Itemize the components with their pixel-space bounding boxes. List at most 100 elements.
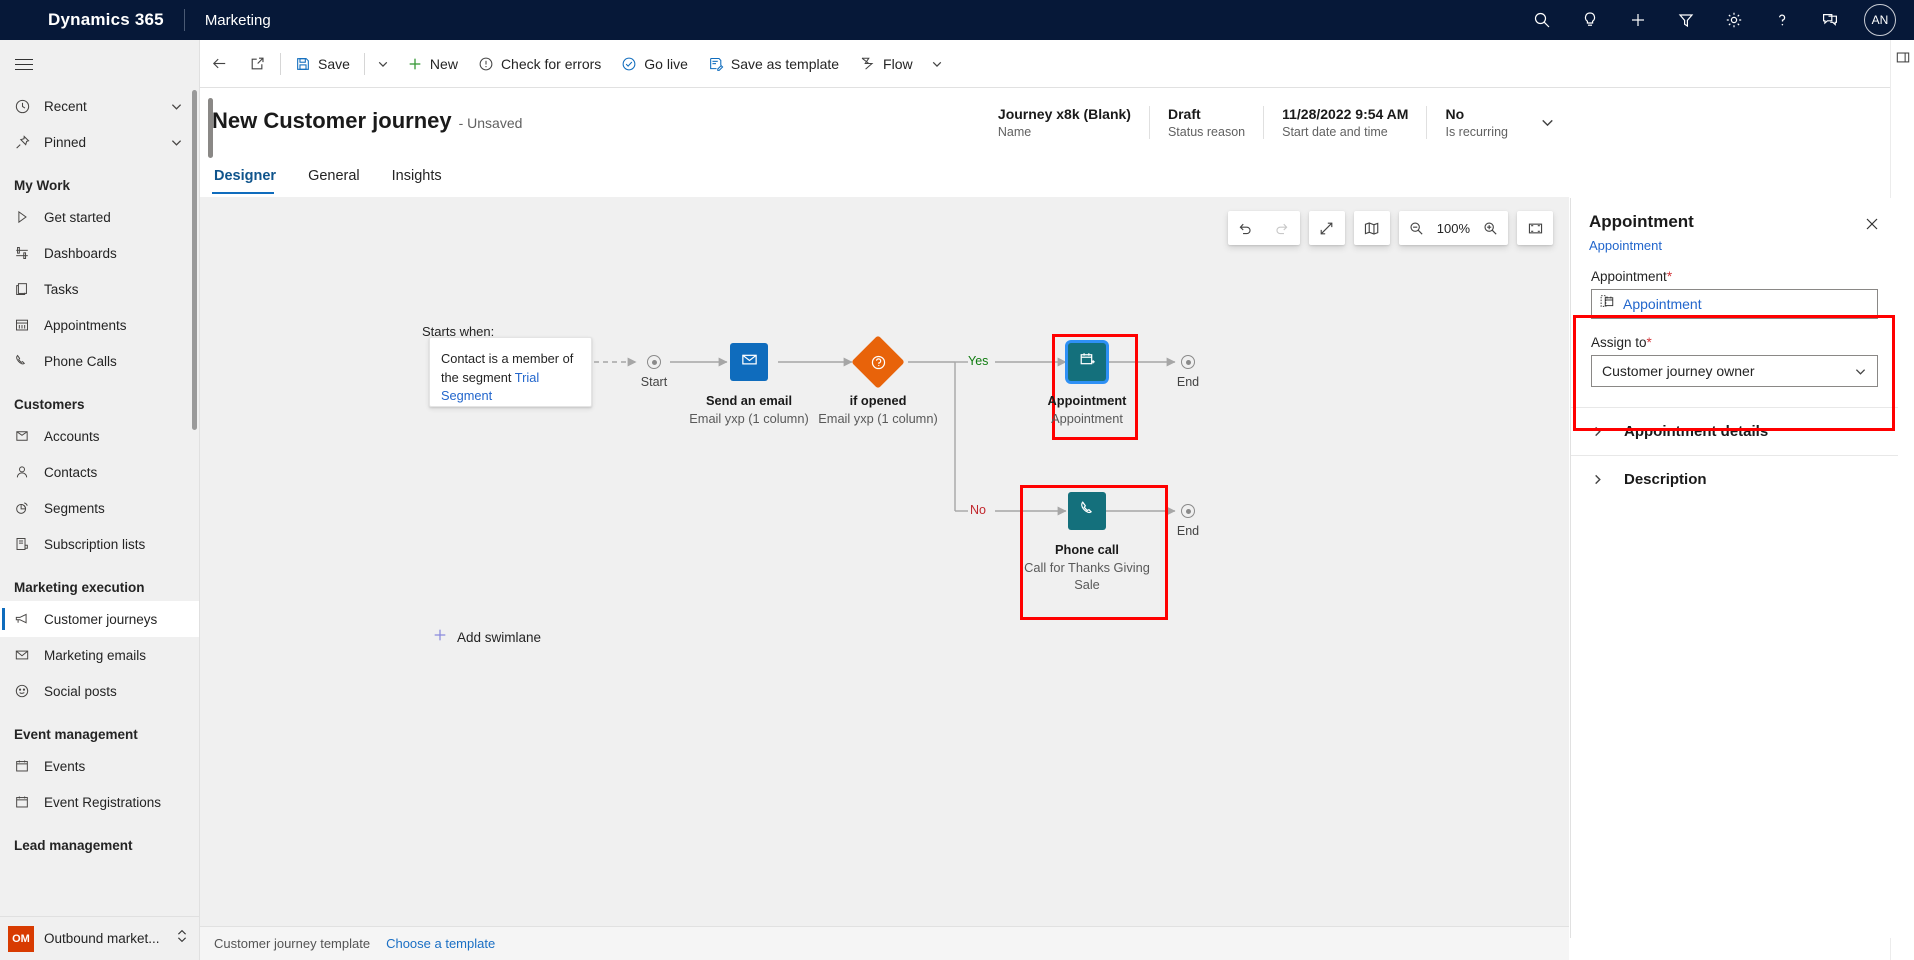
save-button[interactable]: Save — [285, 44, 360, 84]
sidebar-item-appointments[interactable]: Appointments — [0, 307, 199, 343]
help-icon[interactable] — [1758, 0, 1806, 40]
sidebar-item-events[interactable]: Events — [0, 748, 199, 784]
assign-to-dropdown[interactable]: Customer journey owner — [1591, 355, 1878, 387]
tab-general[interactable]: General — [306, 160, 374, 194]
field-label-assign-to: Assign to* — [1591, 335, 1878, 350]
journey-trigger-card[interactable]: Contact is a member of the segment Trial… — [429, 337, 592, 407]
canvas-toolbar: 100% — [1228, 211, 1553, 245]
node-if-opened[interactable] — [851, 335, 905, 389]
zoom-out-icon[interactable] — [1399, 211, 1435, 245]
sidebar-item-contacts[interactable]: Contacts — [0, 454, 199, 490]
section-description[interactable]: Description — [1571, 455, 1898, 503]
node-send-an-email[interactable] — [730, 343, 768, 381]
gear-icon[interactable] — [1710, 0, 1758, 40]
sidebar-item-phone-calls[interactable]: Phone Calls — [0, 343, 199, 379]
redo-icon[interactable] — [1264, 211, 1300, 245]
sidebar-item-customer-journeys[interactable]: Customer journeys — [0, 601, 199, 637]
form-scrollbar[interactable] — [208, 98, 213, 158]
add-swimlane-button[interactable]: Add swimlane — [432, 627, 541, 647]
avatar[interactable]: AN — [1864, 4, 1896, 36]
sidebar-item-segments[interactable]: Segments — [0, 490, 199, 526]
chevron-right-icon — [1591, 473, 1604, 486]
tab-insights[interactable]: Insights — [390, 160, 456, 194]
segments-icon — [14, 500, 44, 516]
save-as-template-button[interactable]: Save as template — [698, 44, 849, 84]
sidebar-item-dashboards[interactable]: Dashboards — [0, 235, 199, 271]
popout-button[interactable] — [239, 44, 276, 84]
tab-designer[interactable]: Designer — [212, 160, 290, 194]
node-sub-if-opened: Email yxp (1 column) — [803, 410, 953, 427]
sidebar-item-label: Dashboards — [44, 246, 117, 261]
area-switcher-chevron-icon[interactable] — [176, 929, 188, 948]
filter-icon[interactable] — [1662, 0, 1710, 40]
flow-dropdown-button[interactable] — [923, 44, 951, 84]
lightbulb-icon[interactable] — [1566, 0, 1614, 40]
new-button[interactable]: New — [397, 44, 468, 84]
zoom-in-icon[interactable] — [1472, 211, 1508, 245]
minimap-tool-group — [1354, 211, 1390, 245]
zoom-level-label: 100% — [1435, 221, 1472, 236]
sidebar-group-my-work: My Work — [0, 160, 199, 199]
journey-designer-canvas[interactable]: 100% Starts when: Con — [200, 197, 1569, 926]
sidebar-item-pinned[interactable]: Pinned — [0, 124, 199, 160]
header-fields-expand-icon[interactable] — [1526, 115, 1555, 130]
sidebar-item-accounts[interactable]: Accounts — [0, 418, 199, 454]
node-label-appointment: Appointment — [1012, 393, 1162, 408]
chevron-down-icon[interactable] — [170, 136, 183, 149]
search-icon[interactable] — [1518, 0, 1566, 40]
node-phone-call[interactable] — [1068, 492, 1106, 530]
chevron-down-icon — [931, 58, 943, 70]
minimap-icon[interactable] — [1354, 211, 1390, 245]
chevron-right-icon — [1591, 425, 1604, 438]
sidebar-item-social-posts[interactable]: Social posts — [0, 673, 199, 709]
node-sub-appointment: Appointment — [1012, 410, 1162, 427]
sidebar-item-tasks[interactable]: Tasks — [0, 271, 199, 307]
close-icon[interactable] — [1860, 212, 1884, 236]
fit-to-screen-icon[interactable] — [1517, 211, 1553, 245]
save-dropdown-button[interactable] — [369, 44, 397, 84]
header-field-start-date: 11/28/2022 9:54 AM Start date and time — [1263, 106, 1426, 139]
sidebar-item-subscription-lists[interactable]: Subscription lists — [0, 526, 199, 562]
feedback-icon[interactable] — [1806, 0, 1854, 40]
flow-button[interactable]: Flow — [849, 44, 923, 84]
section-appointment-details[interactable]: Appointment details — [1571, 407, 1898, 455]
check-for-errors-button[interactable]: Check for errors — [468, 44, 611, 84]
sidebar-item-marketing-emails[interactable]: Marketing emails — [0, 637, 199, 673]
area-switcher[interactable]: OM Outbound market... — [0, 916, 200, 960]
end-endpoint-bottom[interactable] — [1181, 504, 1195, 518]
branch-label-yes: Yes — [968, 354, 988, 368]
sidebar-item-get-started[interactable]: Get started — [0, 199, 199, 235]
flow-label: Flow — [883, 56, 913, 72]
node-label-phone-call: Phone call — [1012, 542, 1162, 557]
header-field-label: Status reason — [1168, 125, 1245, 139]
chevron-down-icon[interactable] — [170, 100, 183, 113]
envelope-icon — [14, 647, 44, 663]
chevron-down-icon — [1854, 365, 1867, 378]
choose-a-template-link[interactable]: Choose a template — [386, 936, 495, 951]
undo-icon[interactable] — [1228, 211, 1264, 245]
end-endpoint-top[interactable] — [1181, 355, 1195, 369]
properties-panel-subtitle-link[interactable]: Appointment — [1589, 238, 1880, 253]
form-footer: Customer journey template Choose a templ… — [200, 926, 1569, 960]
node-appointment[interactable] — [1068, 343, 1106, 381]
start-endpoint[interactable] — [647, 355, 661, 369]
hamburger-menu-icon[interactable] — [0, 40, 48, 88]
sidebar-expand-icon[interactable] — [1891, 50, 1914, 66]
chevron-down-icon — [377, 58, 389, 70]
clock-icon — [14, 98, 44, 115]
plus-icon[interactable] — [1614, 0, 1662, 40]
sidebar-item-recent[interactable]: Recent — [0, 88, 199, 124]
back-button[interactable] — [200, 44, 239, 84]
properties-panel-header: Appointment Appointment — [1571, 198, 1898, 253]
back-icon — [210, 54, 229, 73]
appointment-lookup-field[interactable]: Appointment — [1591, 289, 1878, 319]
header-field-value: No — [1445, 106, 1508, 122]
appointment-lookup-value: Appointment — [1623, 296, 1702, 312]
header-field-label: Name — [998, 125, 1131, 139]
expand-icon[interactable] — [1309, 211, 1345, 245]
flow-icon — [859, 55, 876, 72]
sidebar-item-label: Pinned — [44, 135, 86, 150]
brand-divider — [184, 9, 185, 31]
go-live-button[interactable]: Go live — [611, 44, 698, 84]
sidebar-item-event-registrations[interactable]: Event Registrations — [0, 784, 199, 820]
